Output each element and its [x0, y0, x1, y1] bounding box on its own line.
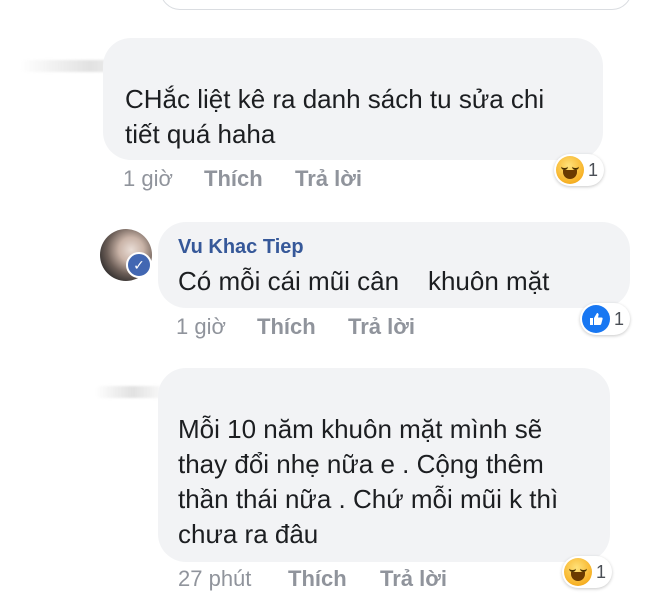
comment-time[interactable]: 1 giờ — [176, 314, 226, 340]
haha-reaction-icon — [556, 156, 584, 184]
reply-button[interactable]: Trả lời — [348, 314, 415, 340]
reaction-count: 1 — [614, 308, 625, 329]
reaction-summary-2[interactable]: 1 — [580, 303, 631, 335]
reply-button[interactable]: Trả lời — [295, 166, 362, 192]
comment-text: Mỗi 10 năm khuôn mặt mình sẽ thay đổi nh… — [178, 414, 559, 549]
like-button[interactable]: Thích — [288, 566, 347, 592]
reaction-summary-1[interactable]: 1 — [554, 154, 605, 186]
like-button[interactable]: Thích — [257, 314, 316, 340]
comment-time[interactable]: 27 phút — [178, 566, 251, 592]
comment-bubble-2: Vu Khac Tiep Có mỗi cái mũi cân khuôn mặ… — [158, 222, 630, 308]
thumbs-up-icon — [582, 305, 610, 333]
like-button[interactable]: Thích — [204, 166, 263, 192]
comment-text: Có mỗi cái mũi cân khuôn mặt — [178, 266, 550, 296]
comment-time[interactable]: 1 giờ — [123, 166, 173, 192]
reaction-count: 1 — [596, 561, 607, 582]
comment-bubble-3: Mỗi 10 năm khuôn mặt mình sẽ thay đổi nh… — [158, 368, 610, 562]
reaction-summary-3[interactable]: 1 — [562, 556, 613, 588]
comment-author[interactable]: Vu Khac Tiep — [178, 236, 304, 259]
comment-text: CHắc liệt kê ra danh sách tu sửa chi tiế… — [125, 84, 545, 149]
verified-badge-icon: ✓ — [126, 252, 152, 278]
reaction-count: 1 — [588, 159, 599, 180]
previous-comment-bubble — [160, 0, 632, 10]
reply-button[interactable]: Trả lời — [380, 566, 447, 592]
haha-reaction-icon — [564, 558, 592, 586]
comment-bubble-1: CHắc liệt kê ra danh sách tu sửa chi tiế… — [103, 38, 603, 160]
